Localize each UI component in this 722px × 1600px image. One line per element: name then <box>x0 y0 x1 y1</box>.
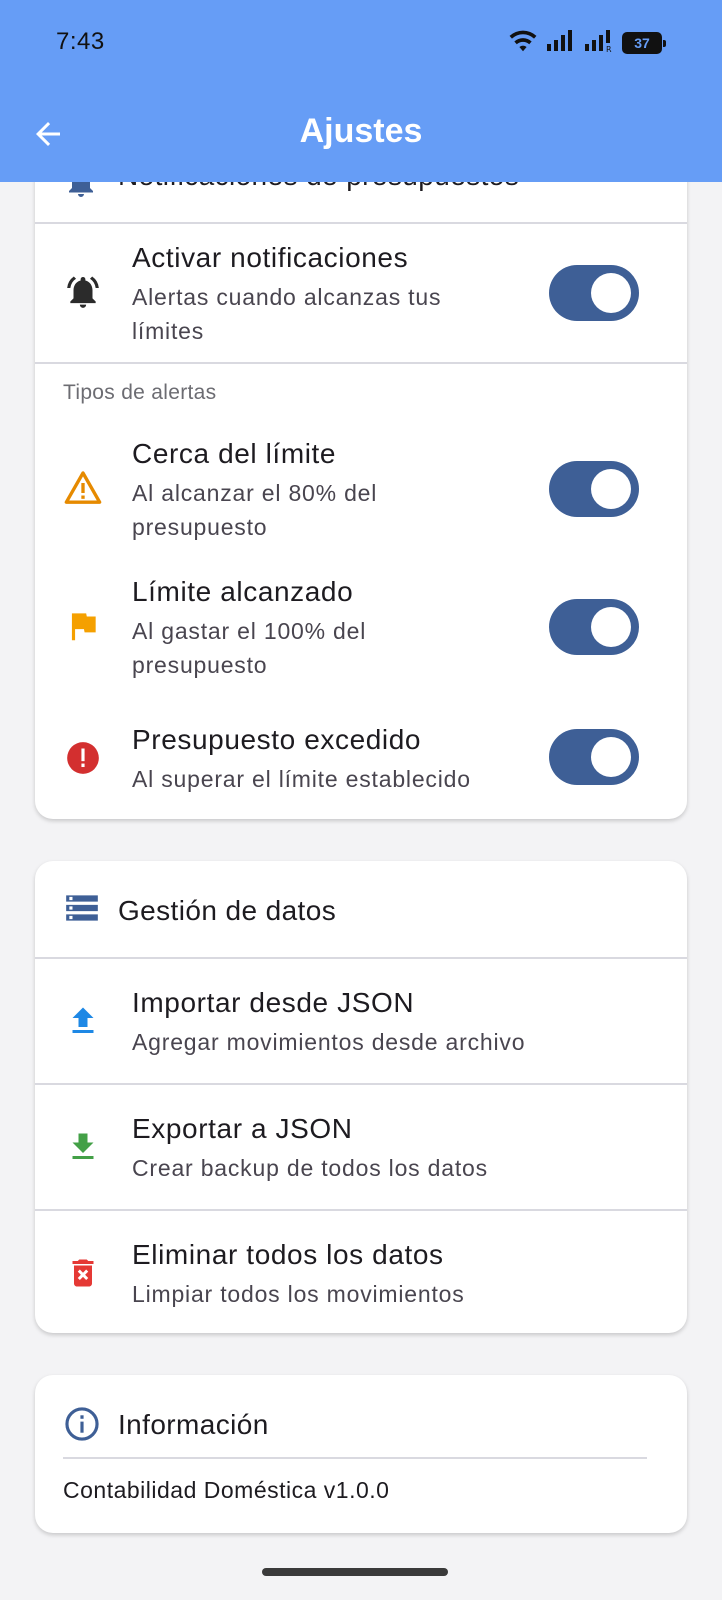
info-icon <box>63 1405 101 1448</box>
delete-all-title: Eliminar todos los datos <box>132 1239 444 1270</box>
exceeded-title: Presupuesto excedido <box>132 724 422 755</box>
near-limit-title: Cerca del límite <box>132 438 337 469</box>
status-bar: 7:43 R 37 <box>0 0 722 86</box>
exceeded-subtitle: Al superar el límite establecido <box>132 766 471 792</box>
home-indicator[interactable] <box>262 1568 448 1576</box>
near-limit-toggle[interactable] <box>549 461 639 517</box>
info-card: Información Contabilidad Doméstica v1.0.… <box>35 1375 687 1533</box>
limit-reached-title: Límite alcanzado <box>132 576 354 607</box>
download-icon <box>63 1127 103 1167</box>
signal-icon <box>546 29 576 58</box>
toggle-knob <box>591 469 631 509</box>
divider <box>35 362 687 364</box>
error-icon <box>63 738 103 778</box>
import-json-row[interactable]: Importar desde JSON Agregar movimientos … <box>35 959 687 1083</box>
activate-notifications-row[interactable]: Activar notificaciones Alertas cuando al… <box>35 224 687 362</box>
status-icons: R 37 <box>508 29 666 58</box>
import-json-subtitle: Agregar movimientos desde archivo <box>132 1029 526 1055</box>
activate-notifications-toggle[interactable] <box>549 265 639 321</box>
signal-roaming-icon: R <box>584 29 614 58</box>
data-management-card: Gestión de datos Importar desde JSON Agr… <box>35 861 687 1333</box>
data-card-title: Gestión de datos <box>118 895 337 926</box>
export-json-title: Exportar a JSON <box>132 1113 353 1144</box>
near-limit-row[interactable]: Cerca del límite Al alcanzar el 80% del … <box>35 422 687 558</box>
wifi-icon <box>508 29 538 58</box>
activate-notifications-subtitle: Alertas cuando alcanzas tus límites <box>132 284 442 344</box>
limit-reached-toggle[interactable] <box>549 599 639 655</box>
exceeded-row[interactable]: Presupuesto excedido Al superar el límit… <box>35 710 687 810</box>
delete-all-subtitle: Limpiar todos los movimientos <box>132 1281 465 1307</box>
app-version: Contabilidad Doméstica v1.0.0 <box>63 1477 390 1503</box>
warning-icon <box>63 468 103 508</box>
battery-icon: 37 <box>622 32 666 54</box>
limit-reached-row[interactable]: Límite alcanzado Al gastar el 100% del p… <box>35 560 687 696</box>
delete-forever-icon <box>63 1253 103 1293</box>
toggle-knob <box>591 273 631 313</box>
budget-notifications-card: Notificaciones de presupuestos Activar n… <box>35 120 687 819</box>
info-card-title: Información <box>118 1409 269 1440</box>
app-bar: 7:43 R 37 Ajustes <box>0 0 722 182</box>
status-time: 7:43 <box>56 28 105 55</box>
delete-all-row[interactable]: Eliminar todos los datos Limpiar todos l… <box>35 1211 687 1333</box>
toggle-knob <box>591 737 631 777</box>
upload-icon <box>63 1001 103 1041</box>
near-limit-subtitle: Al alcanzar el 80% del presupuesto <box>132 480 378 540</box>
flag-icon <box>63 606 103 646</box>
divider <box>63 1457 647 1459</box>
toggle-knob <box>591 607 631 647</box>
import-json-title: Importar desde JSON <box>132 987 415 1018</box>
export-json-subtitle: Crear backup de todos los datos <box>132 1155 488 1181</box>
limit-reached-subtitle: Al gastar el 100% del presupuesto <box>132 618 367 678</box>
activate-notifications-title: Activar notificaciones <box>132 242 409 273</box>
svg-text:R: R <box>606 45 612 53</box>
exceeded-toggle[interactable] <box>549 729 639 785</box>
storage-icon <box>63 889 101 932</box>
alert-types-label: Tipos de alertas <box>63 381 217 404</box>
data-card-header: Gestión de datos <box>35 861 687 957</box>
export-json-row[interactable]: Exportar a JSON Crear backup de todos lo… <box>35 1085 687 1209</box>
bell-ring-icon <box>63 272 103 312</box>
page-title: Ajustes <box>299 112 423 150</box>
